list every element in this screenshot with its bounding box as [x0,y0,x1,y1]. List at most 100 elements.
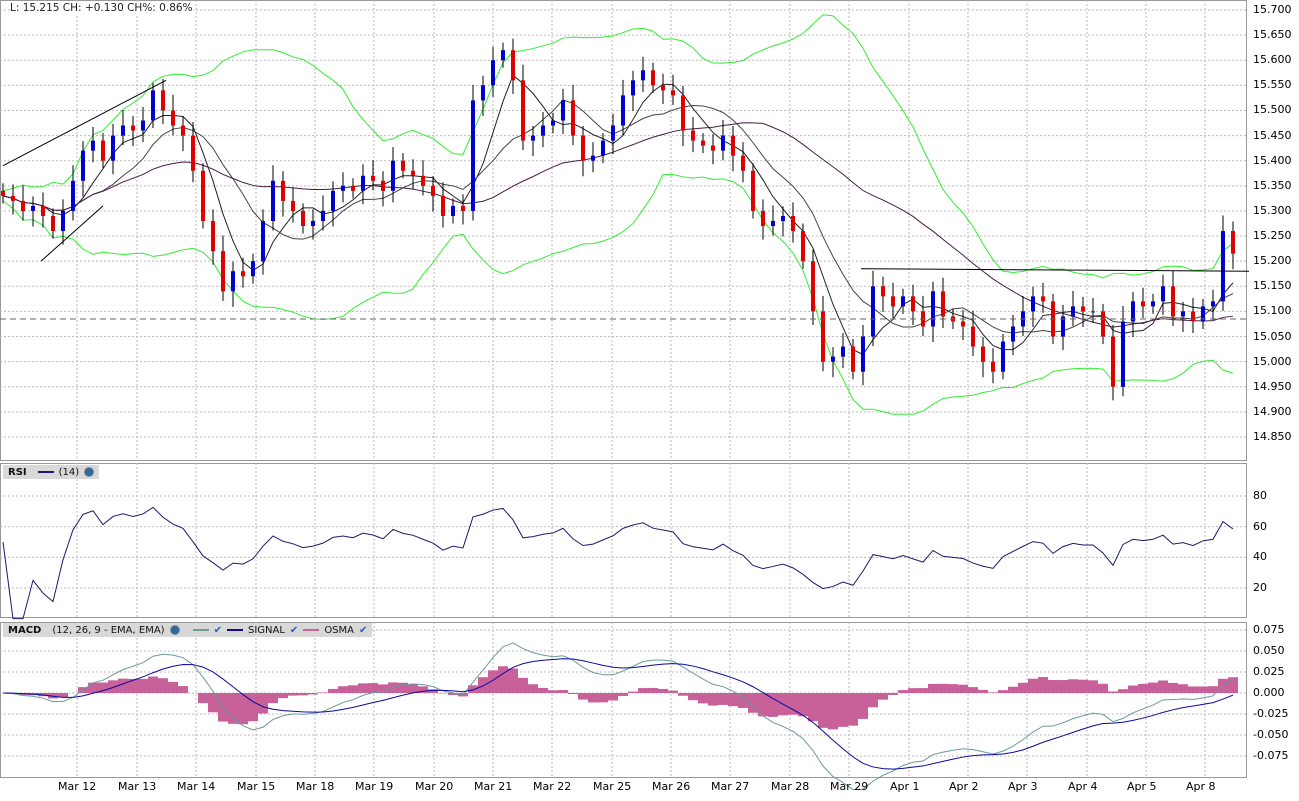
osma-bar [598,693,608,703]
candle-body [1221,231,1225,302]
y-tick-label: -0.050 [1253,728,1289,741]
candle-body [1041,296,1045,302]
candle-body [521,80,525,141]
osma-bar [268,693,278,704]
y-tick-label: 15.650 [1253,28,1292,42]
osma-bar [858,693,868,719]
osma-bar [1058,680,1068,693]
candle-body [781,215,785,221]
candle-body [1181,311,1185,317]
y-tick-label: 15.400 [1253,153,1292,167]
osma-bar [1148,682,1158,693]
macd-settings-icon[interactable] [169,625,180,635]
osma-bar [1138,683,1148,693]
macd-checkbox-icon[interactable]: ✔ [214,625,222,636]
x-tick-label: Mar 27 [711,780,750,793]
candle-body [461,205,465,211]
y-tick-label: -0.025 [1253,707,1289,720]
candle-body [791,215,795,232]
candle-body [441,195,445,216]
y-tick-label: 20 [1253,581,1267,594]
osma-bar [938,683,948,693]
x-tick-label: Mar 29 [830,780,869,793]
osma-bar [668,690,678,693]
osma-bar [278,693,288,699]
candle-body [311,220,315,227]
osma-bar [888,693,898,695]
osma-bar [368,683,378,693]
osma-bar [588,693,598,703]
candle-body [511,50,515,81]
y-tick-label: 15.150 [1253,279,1292,293]
osma-bar [578,693,588,700]
x-tick-label: Apr 3 [1008,780,1038,793]
x-tick-label: Mar 15 [237,780,276,793]
candle-body [1161,286,1165,302]
rsi-legend: RSI (14) [3,465,100,479]
candle-body [121,125,125,136]
candle-body [101,140,105,161]
candle-body [761,210,765,227]
osma-bar [558,690,568,693]
rsi-settings-icon[interactable] [84,467,95,477]
osma-bar [928,683,938,693]
candle-body [251,261,255,277]
candle-body [381,180,385,191]
x-tick-label: Apr 1 [890,780,920,793]
sma-5 [2,74,1234,356]
candle-body [241,271,245,277]
osma-bar [518,677,528,693]
candle-body [841,346,845,357]
chart-canvas[interactable] [0,0,1299,801]
candle-body [171,110,175,126]
candle-body [961,321,965,327]
osma-bar [628,691,638,693]
osma-bar [678,693,688,696]
osma-bar [728,693,738,707]
x-tick-label: Apr 5 [1127,780,1157,793]
osma-bar [1108,691,1118,693]
y-tick-label: 14.950 [1253,379,1292,393]
candle-body [161,90,165,111]
candle-body [111,135,115,161]
candle-body [991,361,995,372]
candle-body [221,251,225,292]
osma-bar [358,683,368,693]
y-tick-label: 0.025 [1253,665,1285,678]
osma-checkbox-icon[interactable]: ✔ [359,625,367,636]
candle-body [1061,316,1065,337]
osma-bar [348,685,358,693]
candle-body [141,120,145,131]
signal-checkbox-icon[interactable]: ✔ [290,625,298,636]
candle-body [71,180,75,211]
x-tick-label: Mar 26 [652,780,691,793]
x-tick-label: Mar 14 [177,780,216,793]
y-tick-label: 15.450 [1253,128,1292,142]
osma-bar [388,682,398,693]
y-tick-label: 0.050 [1253,644,1285,657]
candle-body [611,125,615,141]
osma-bar [1168,682,1178,693]
osma-bar [1018,682,1028,693]
y-tick-label: 0.075 [1253,623,1285,636]
candle-body [971,326,975,347]
osma-label: OSMA [324,624,354,636]
candle-body [871,286,875,337]
candle-body [1141,301,1145,307]
macd-params: (12, 26, 9 - EMA, EMA) [52,624,165,636]
candle-body [581,135,585,161]
osma-bar [1068,679,1078,693]
candle-body [681,95,685,131]
candle-body [321,210,325,221]
osma-bar [178,686,188,693]
candle-body [301,210,305,227]
chart-window: L: 15.215 CH: +0.130 CH%: 0.86% RSI (14)… [0,0,1299,801]
candle-body [651,70,655,86]
osma-bar [1178,684,1188,693]
candle-body [451,205,455,216]
osma-bar [828,693,838,730]
osma-bar [568,693,578,695]
osma-bar [1008,686,1018,693]
candle-body [941,291,945,317]
candle-body [431,185,435,196]
